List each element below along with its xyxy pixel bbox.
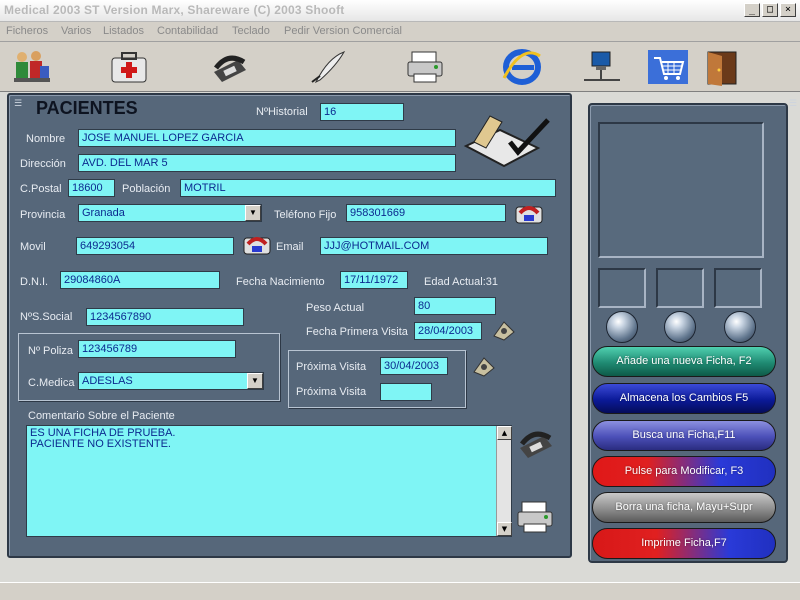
internet-explorer-icon[interactable] — [500, 46, 544, 88]
direccion-label: Dirección — [20, 158, 66, 170]
panel-grip-icon: ☰ — [788, 99, 797, 109]
menu-pedir-version[interactable]: Pedir Version Comercial — [284, 25, 402, 37]
calendar-icon[interactable] — [490, 318, 518, 342]
proxima-visita-1-field[interactable]: 30/04/2003 — [380, 357, 448, 375]
movil-label: Movil — [20, 241, 46, 253]
printer-icon[interactable] — [514, 498, 558, 536]
fecha-nacimiento-field[interactable]: 17/11/1972 — [340, 271, 408, 289]
direccion-field[interactable]: AVD. DEL MAR 5 — [78, 154, 456, 172]
photo-orb-button-2[interactable] — [664, 311, 696, 343]
maximize-button[interactable]: □ — [762, 3, 778, 17]
comentario-textarea[interactable]: ES UNA FICHA DE PRUEBA. PACIENTE NO EXIS… — [26, 425, 512, 537]
title-bar: Medical 2003 ST Version Marx, Shareware … — [0, 0, 800, 22]
provincia-value: Granada — [82, 207, 125, 219]
comentario-scrollbar[interactable]: ▲ ▼ — [496, 426, 512, 536]
menu-bar: Ficheros Varios Listados Contabilidad Te… — [0, 22, 800, 42]
poblacion-field[interactable]: MOTRIL — [180, 179, 556, 197]
network-icon[interactable] — [580, 46, 624, 88]
phone-icon[interactable] — [514, 424, 558, 462]
cpostal-field[interactable]: 18600 — [68, 179, 115, 197]
cmedica-label: C.Medica — [28, 377, 75, 389]
cmedica-value: ADESLAS — [82, 375, 133, 387]
phone-icon[interactable] — [208, 46, 252, 88]
window-controls: _ □ × — [744, 3, 796, 17]
minimize-button[interactable]: _ — [744, 3, 760, 17]
patient-folder-check-icon — [460, 112, 552, 172]
dni-field[interactable]: 29084860A — [60, 271, 220, 289]
provincia-select[interactable]: Granada ▼ — [78, 204, 262, 222]
poliza-field[interactable]: 123456789 — [78, 340, 236, 358]
exit-door-icon[interactable] — [700, 46, 744, 88]
ss-field[interactable]: 1234567890 — [86, 308, 244, 326]
chevron-down-icon[interactable]: ▼ — [245, 205, 261, 221]
print-record-button[interactable]: Imprime Ficha,F7 — [592, 528, 776, 559]
fecha-primera-visita-label: Fecha Primera Visita — [306, 326, 408, 338]
proxima-visita-2-field[interactable] — [380, 383, 432, 401]
cmedica-select[interactable]: ADESLAS ▼ — [78, 372, 264, 390]
nombre-field[interactable]: JOSE MANUEL LOPEZ GARCIA — [78, 129, 456, 147]
photo-thumbnail-3[interactable] — [714, 268, 762, 308]
telefono-label: Teléfono Fijo — [274, 209, 337, 221]
chevron-down-icon[interactable]: ▼ — [247, 373, 263, 389]
scroll-up-icon[interactable]: ▲ — [497, 426, 512, 440]
menu-contabilidad[interactable]: Contabilidad — [157, 25, 218, 37]
patient-photo[interactable] — [598, 122, 764, 258]
email-field[interactable]: JJJ@HOTMAIL.COM — [320, 237, 548, 255]
poblacion-label: Población — [122, 183, 171, 195]
delete-record-button[interactable]: Borra una ficha, Mayu+Supr — [592, 492, 776, 523]
fecha-nacimiento-label: Fecha Nacimiento — [236, 276, 325, 288]
new-record-button[interactable]: Añade una nueva Ficha, F2 — [592, 346, 776, 377]
historial-field[interactable]: 16 — [320, 103, 404, 121]
email-label: Email — [276, 241, 304, 253]
medical-kit-icon[interactable] — [108, 46, 152, 88]
status-bar — [0, 582, 800, 600]
toolbar — [0, 42, 800, 92]
fecha-primera-visita-field[interactable]: 28/04/2003 — [414, 322, 482, 340]
historial-label: NºHistorial — [256, 106, 308, 118]
peso-label: Peso Actual — [306, 302, 365, 314]
menu-teclado[interactable]: Teclado — [232, 25, 270, 37]
photo-orb-button-3[interactable] — [724, 311, 756, 343]
cpostal-label: C.Postal — [20, 183, 62, 195]
dial-mobile-icon[interactable] — [242, 234, 272, 256]
movil-field[interactable]: 649293054 — [76, 237, 234, 255]
poliza-label: Nº Poliza — [28, 345, 73, 357]
peso-field[interactable]: 80 — [414, 297, 496, 315]
modify-button[interactable]: Pulse para Modificar, F3 — [592, 456, 776, 487]
calendar-icon[interactable] — [470, 354, 498, 378]
proxima-visita-2-label: Próxima Visita — [296, 386, 367, 398]
save-changes-button[interactable]: Almacena los Cambios F5 — [592, 383, 776, 414]
telefono-field[interactable]: 958301669 — [346, 204, 506, 222]
ss-label: NºS.Social — [20, 311, 73, 323]
menu-listados[interactable]: Listados — [103, 25, 144, 37]
edad-actual-label: Edad Actual:31 — [424, 276, 499, 288]
panel-grip-icon: ☰ — [14, 99, 23, 109]
photo-thumbnail-1[interactable] — [598, 268, 646, 308]
printer-icon[interactable] — [404, 46, 448, 88]
close-button[interactable]: × — [780, 3, 796, 17]
dni-label: D.N.I. — [20, 276, 49, 288]
nombre-label: Nombre — [26, 133, 66, 145]
page-title: PACIENTES — [36, 98, 138, 118]
comentario-label: Comentario Sobre el Paciente — [28, 410, 175, 422]
scroll-down-icon[interactable]: ▼ — [497, 522, 512, 536]
provincia-label: Provincia — [20, 209, 66, 221]
dial-phone-icon[interactable] — [514, 203, 544, 225]
shopping-cart-icon[interactable] — [646, 46, 690, 88]
photo-orb-button-1[interactable] — [606, 311, 638, 343]
patients-icon[interactable] — [10, 46, 54, 88]
photo-thumbnail-2[interactable] — [656, 268, 704, 308]
proxima-visita-1-label: Próxima Visita — [296, 361, 367, 373]
window-title: Medical 2003 ST Version Marx, Shareware … — [4, 3, 345, 17]
search-record-button[interactable]: Busca una Ficha,F11 — [592, 420, 776, 451]
quill-pen-icon[interactable] — [306, 46, 350, 88]
menu-varios[interactable]: Varios — [61, 25, 91, 37]
menu-ficheros[interactable]: Ficheros — [6, 25, 48, 37]
